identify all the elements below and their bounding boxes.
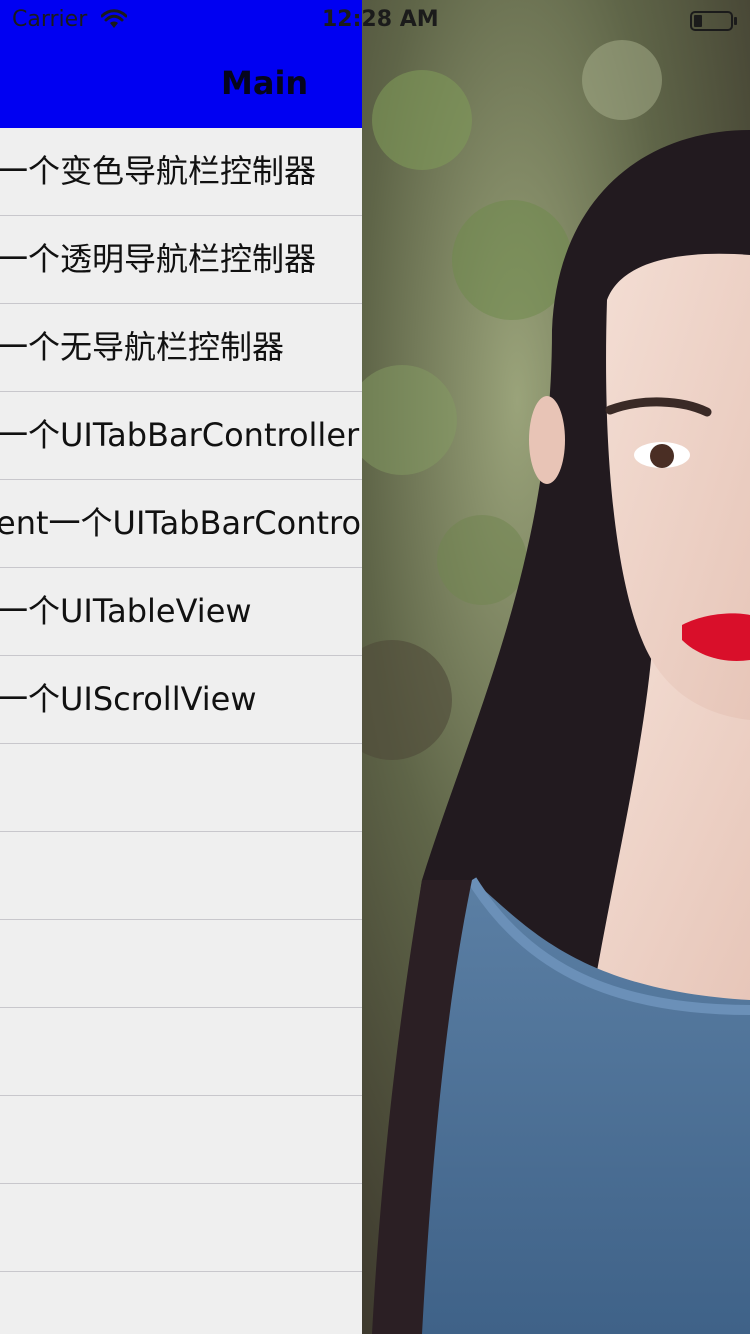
- menu-row-label: 一个UIScrollView: [0, 680, 257, 718]
- menu-row[interactable]: 一个UITableView: [0, 568, 362, 656]
- menu-row[interactable]: 一个透明导航栏控制器: [0, 216, 362, 304]
- app-screen: Main 一个变色导航栏控制器 一个透明导航栏控制器 一个无导航栏控制器 一个U…: [0, 0, 750, 1334]
- menu-row-label: 一个UITableView: [0, 592, 252, 630]
- menu-row[interactable]: 一个无导航栏控制器: [0, 304, 362, 392]
- menu-row-empty[interactable]: [0, 920, 362, 1008]
- menu-row-empty[interactable]: [0, 1272, 362, 1334]
- menu-row[interactable]: 一个UIScrollView: [0, 656, 362, 744]
- menu-row-label: ent一个UITabBarControll: [0, 504, 362, 542]
- portrait-photo: [362, 0, 750, 1334]
- menu-row-label: 一个透明导航栏控制器: [0, 240, 317, 278]
- nav-title: Main: [221, 64, 309, 102]
- menu-row-label: 一个无导航栏控制器: [0, 328, 285, 366]
- wifi-icon: [100, 9, 128, 29]
- status-time: 12:28 AM: [322, 7, 439, 32]
- status-bar: Carrier 12:28 AM: [0, 0, 750, 40]
- side-menu: Main 一个变色导航栏控制器 一个透明导航栏控制器 一个无导航栏控制器 一个U…: [0, 0, 362, 1334]
- menu-row-empty[interactable]: [0, 744, 362, 832]
- menu-row[interactable]: 一个UITabBarController: [0, 392, 362, 480]
- carrier-label: Carrier: [12, 7, 88, 32]
- menu-row[interactable]: ent一个UITabBarControll: [0, 480, 362, 568]
- menu-row-label: 一个UITabBarController: [0, 416, 360, 454]
- menu-row-empty[interactable]: [0, 1096, 362, 1184]
- menu-row-empty[interactable]: [0, 1184, 362, 1272]
- menu-table: 一个变色导航栏控制器 一个透明导航栏控制器 一个无导航栏控制器 一个UITabB…: [0, 128, 362, 1334]
- menu-row-label: 一个变色导航栏控制器: [0, 152, 317, 190]
- battery-icon: [690, 11, 738, 31]
- menu-row-empty[interactable]: [0, 832, 362, 920]
- menu-row-empty[interactable]: [0, 1008, 362, 1096]
- menu-row[interactable]: 一个变色导航栏控制器: [0, 128, 362, 216]
